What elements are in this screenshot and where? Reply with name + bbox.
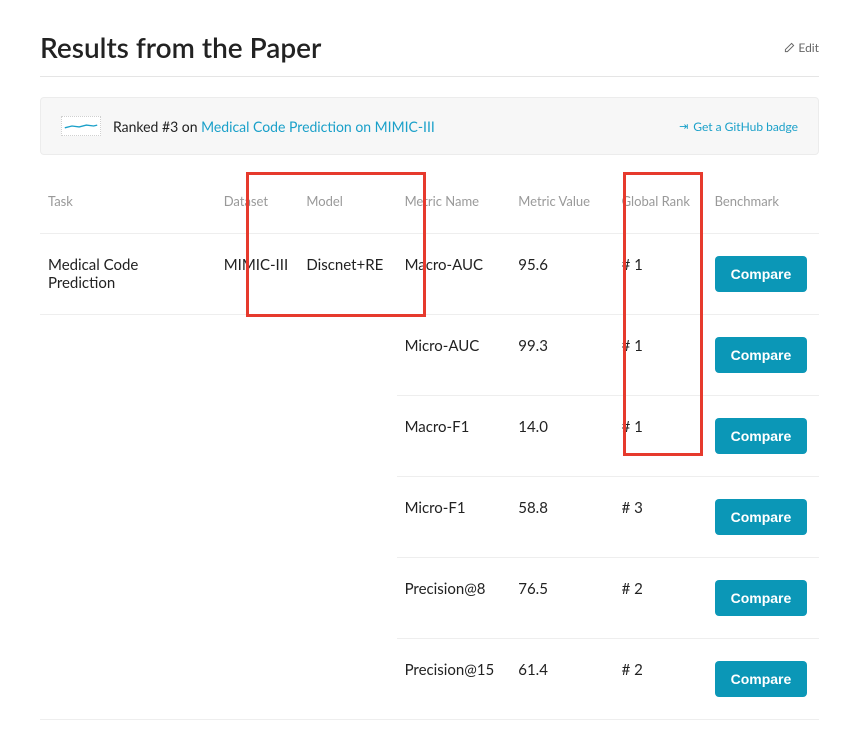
metric-value-cell: 14.0 bbox=[510, 396, 613, 477]
task-cell bbox=[40, 558, 216, 639]
global-rank-cell: # 1 bbox=[614, 396, 707, 477]
global-rank-cell: # 2 bbox=[614, 639, 707, 720]
benchmark-cell: Compare bbox=[707, 558, 819, 639]
table-row: Micro-F158.8# 3Compare bbox=[40, 477, 819, 558]
banner-link[interactable]: Medical Code Prediction on MIMIC-III bbox=[201, 118, 435, 135]
metric-name-cell: Micro-F1 bbox=[397, 477, 511, 558]
rank-banner: Ranked #3 on Medical Code Prediction on … bbox=[40, 97, 819, 155]
banner-prefix: Ranked #3 on bbox=[113, 118, 201, 135]
sparkline-icon bbox=[61, 116, 101, 136]
pencil-icon bbox=[784, 42, 795, 53]
compare-button[interactable]: Compare bbox=[715, 580, 808, 616]
model-cell bbox=[298, 396, 396, 477]
table-row: Micro-AUC99.3# 1Compare bbox=[40, 315, 819, 396]
model-cell bbox=[298, 558, 396, 639]
page-title: Results from the Paper bbox=[40, 30, 321, 64]
github-badge-link[interactable]: ⇥ Get a GitHub badge bbox=[679, 119, 798, 134]
model-cell bbox=[298, 477, 396, 558]
compare-button[interactable]: Compare bbox=[715, 337, 808, 373]
col-header-global-rank: Global Rank bbox=[614, 177, 707, 234]
model-cell bbox=[298, 315, 396, 396]
benchmark-cell: Compare bbox=[707, 396, 819, 477]
col-header-task: Task bbox=[40, 177, 216, 234]
compare-button[interactable]: Compare bbox=[715, 661, 808, 697]
model-cell bbox=[298, 639, 396, 720]
metric-name-cell: Precision@8 bbox=[397, 558, 511, 639]
task-cell bbox=[40, 477, 216, 558]
edit-link[interactable]: Edit bbox=[784, 40, 819, 55]
col-header-dataset: Dataset bbox=[216, 177, 299, 234]
dataset-cell bbox=[216, 396, 299, 477]
global-rank-cell: # 1 bbox=[614, 234, 707, 315]
results-table: Task Dataset Model Metric Name Metric Va… bbox=[40, 177, 819, 720]
arrow-icon: ⇥ bbox=[679, 120, 688, 133]
edit-label: Edit bbox=[798, 40, 819, 55]
metric-name-cell: Macro-F1 bbox=[397, 396, 511, 477]
dataset-cell bbox=[216, 639, 299, 720]
col-header-benchmark: Benchmark bbox=[707, 177, 819, 234]
dataset-cell: MIMIC-III bbox=[216, 234, 299, 315]
benchmark-cell: Compare bbox=[707, 234, 819, 315]
task-cell bbox=[40, 315, 216, 396]
global-rank-cell: # 3 bbox=[614, 477, 707, 558]
global-rank-cell: # 2 bbox=[614, 558, 707, 639]
divider bbox=[40, 76, 819, 77]
global-rank-cell: # 1 bbox=[614, 315, 707, 396]
metric-value-cell: 76.5 bbox=[510, 558, 613, 639]
metric-name-cell: Precision@15 bbox=[397, 639, 511, 720]
col-header-model: Model bbox=[298, 177, 396, 234]
benchmark-cell: Compare bbox=[707, 639, 819, 720]
benchmark-cell: Compare bbox=[707, 315, 819, 396]
table-row: Medical Code PredictionMIMIC-IIIDiscnet+… bbox=[40, 234, 819, 315]
table-row: Precision@876.5# 2Compare bbox=[40, 558, 819, 639]
metric-name-cell: Macro-AUC bbox=[397, 234, 511, 315]
metric-value-cell: 61.4 bbox=[510, 639, 613, 720]
compare-button[interactable]: Compare bbox=[715, 418, 808, 454]
col-header-metric-name: Metric Name bbox=[397, 177, 511, 234]
metric-value-cell: 95.6 bbox=[510, 234, 613, 315]
metric-value-cell: 58.8 bbox=[510, 477, 613, 558]
compare-button[interactable]: Compare bbox=[715, 499, 808, 535]
model-cell: Discnet+RE bbox=[298, 234, 396, 315]
table-row: Precision@1561.4# 2Compare bbox=[40, 639, 819, 720]
benchmark-cell: Compare bbox=[707, 477, 819, 558]
banner-text: Ranked #3 on Medical Code Prediction on … bbox=[113, 118, 435, 135]
badge-link-text: Get a GitHub badge bbox=[693, 119, 798, 134]
dataset-cell bbox=[216, 558, 299, 639]
metric-value-cell: 99.3 bbox=[510, 315, 613, 396]
compare-button[interactable]: Compare bbox=[715, 256, 808, 292]
dataset-cell bbox=[216, 315, 299, 396]
table-row: Macro-F114.0# 1Compare bbox=[40, 396, 819, 477]
dataset-cell bbox=[216, 477, 299, 558]
metric-name-cell: Micro-AUC bbox=[397, 315, 511, 396]
col-header-metric-value: Metric Value bbox=[510, 177, 613, 234]
task-cell bbox=[40, 396, 216, 477]
task-cell: Medical Code Prediction bbox=[40, 234, 216, 315]
task-cell bbox=[40, 639, 216, 720]
